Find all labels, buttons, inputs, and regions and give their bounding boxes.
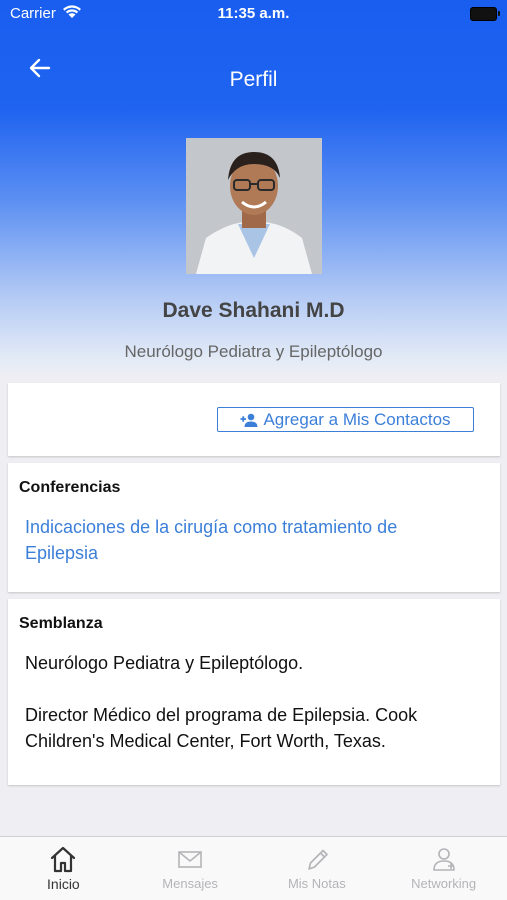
conferences-title: Conferencias [19,479,121,496]
tab-label: Networking [411,876,477,891]
bio-title: Semblanza [19,615,103,632]
home-icon [0,844,127,874]
tab-label: Mensajes [162,876,218,891]
tab-label: Inicio [47,876,80,892]
tab-inicio[interactable]: Inicio [0,837,127,900]
add-contact-button[interactable]: Agregar a Mis Contactos [217,407,474,432]
tab-networking[interactable]: Networking [380,837,507,900]
people-icon [380,844,507,874]
battery-icon [470,7,500,21]
tab-mis-notas[interactable]: Mis Notas [254,837,381,900]
mail-icon [127,844,254,874]
status-bar: Carrier 11:35 a.m. [0,0,507,28]
bio-card: Semblanza Neurólogo Pediatra y Epileptól… [8,599,500,785]
contact-card: Agregar a Mis Contactos [8,383,500,456]
tab-mensajes[interactable]: Mensajes [127,837,254,900]
tab-label: Mis Notas [287,876,346,891]
conference-link[interactable]: Indicaciones de la cirugía como tratamie… [25,514,445,566]
conferences-card: Conferencias Indicaciones de la cirugía … [8,463,500,592]
doctor-specialty: Neurólogo Pediatra y Epileptólogo [124,342,383,361]
add-person-icon [240,413,258,427]
bio-text: Neurólogo Pediatra y Epileptólogo. Direc… [25,653,418,751]
pencil-icon [254,844,381,874]
tab-bar: Inicio Mensajes Mis Notas Networking [0,836,507,900]
profile-screen: Carrier 11:35 a.m. Perfil Dave Shahani M… [0,0,507,900]
status-time: 11:35 a.m. [217,5,290,22]
add-contact-label: Agregar a Mis Contactos [263,409,451,429]
navigation-bar: Perfil [0,28,507,112]
page-title: Perfil [229,68,278,91]
profile-photo [186,138,322,274]
doctor-name: Dave Shahani M.D [162,299,345,322]
